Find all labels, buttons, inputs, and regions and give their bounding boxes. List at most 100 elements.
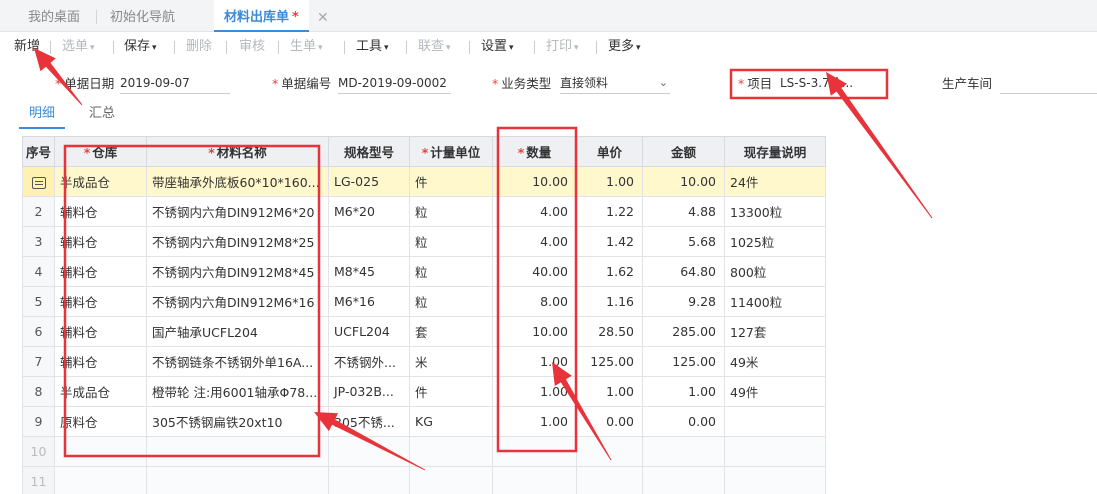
cell-spec[interactable]: LG-025: [328, 166, 410, 197]
cell-price[interactable]: 1.62: [576, 256, 643, 287]
tab-material-issue[interactable]: 材料出库单 *: [214, 0, 309, 32]
table-row[interactable]: 11: [22, 466, 826, 494]
generate-bill-button[interactable]: 生单 ▾: [290, 33, 323, 61]
table-row[interactable]: 4 辅料仓 不锈钢内六角DIN912M8*45 M8*45 粒 40.00 1.62 64.8…: [22, 256, 826, 287]
cell-material-name[interactable]: 不锈钢内六角DIN912M8*45: [146, 256, 329, 287]
cell-warehouse[interactable]: 原料仓: [54, 406, 147, 437]
cell-amount[interactable]: 0.00: [642, 406, 725, 437]
audit-button[interactable]: 审核: [239, 33, 265, 61]
cell-price[interactable]: [576, 466, 643, 494]
cell-amount[interactable]: 1.00: [642, 376, 725, 407]
cell-unit[interactable]: 粒: [409, 286, 493, 317]
cell-spec[interactable]: 不锈钢外...: [328, 346, 410, 377]
cell-unit[interactable]: [409, 466, 493, 494]
save-button[interactable]: 保存 ▾: [124, 33, 157, 61]
cell-spec[interactable]: [328, 436, 410, 467]
cell-spec[interactable]: M8*45: [328, 256, 410, 287]
cell-stock-note[interactable]: 13300粒: [724, 196, 826, 227]
table-row[interactable]: 2 辅料仓 不锈钢内六角DIN912M6*20 M6*20 粒 4.00 1.22 4.88 1…: [22, 196, 826, 227]
cell-stock-note[interactable]: 49米: [724, 346, 826, 377]
cell-unit[interactable]: 粒: [409, 196, 493, 227]
cell-spec[interactable]: M6*20: [328, 196, 410, 227]
cell-qty[interactable]: 1.00: [492, 346, 577, 377]
cell-amount[interactable]: 10.00: [642, 166, 725, 197]
cell-stock-note[interactable]: 24件: [724, 166, 826, 197]
cell-stock-note[interactable]: 11400粒: [724, 286, 826, 317]
cell-qty[interactable]: 40.00: [492, 256, 577, 287]
cell-qty[interactable]: 4.00: [492, 196, 577, 227]
cell-spec[interactable]: UCFL204: [328, 316, 410, 347]
cell-stock-note[interactable]: [724, 406, 826, 437]
cell-warehouse[interactable]: 辅料仓: [54, 196, 147, 227]
cell-price[interactable]: 125.00: [576, 346, 643, 377]
cell-qty[interactable]: [492, 436, 577, 467]
select-bill-button[interactable]: 选单 ▾: [62, 33, 95, 61]
cell-amount[interactable]: 125.00: [642, 346, 725, 377]
cell-unit[interactable]: [409, 436, 493, 467]
delete-button[interactable]: 删除: [186, 33, 212, 61]
cell-material-name[interactable]: 不锈钢链条不锈钢外单16A...: [146, 346, 329, 377]
cell-amount[interactable]: [642, 466, 725, 494]
cell-stock-note[interactable]: 49件: [724, 376, 826, 407]
cell-material-name[interactable]: 国产轴承UCFL204: [146, 316, 329, 347]
cell-material-name[interactable]: 不锈钢内六角DIN912M6*20: [146, 196, 329, 227]
col-header-amount[interactable]: 金额: [642, 136, 725, 167]
cell-amount[interactable]: 4.88: [642, 196, 725, 227]
cell-qty[interactable]: 8.00: [492, 286, 577, 317]
row-edit-icon[interactable]: [31, 176, 46, 189]
cell-stock-note[interactable]: 1025粒: [724, 226, 826, 257]
cell-spec[interactable]: 305不锈...: [328, 406, 410, 437]
table-row[interactable]: 9 原料仓 305不锈钢扁铁20xt10 305不锈... KG 1.00 0.00 0.00: [22, 406, 826, 437]
cell-material-name[interactable]: [146, 466, 329, 494]
col-header-warehouse[interactable]: * 仓库: [54, 136, 147, 167]
cell-price[interactable]: [576, 436, 643, 467]
col-header-price[interactable]: 单价: [576, 136, 643, 167]
cell-material-name[interactable]: 不锈钢内六角DIN912M8*25: [146, 226, 329, 257]
tab-my-desktop[interactable]: 我的桌面: [28, 0, 80, 32]
cell-warehouse[interactable]: 辅料仓: [54, 286, 147, 317]
table-row[interactable]: 半成品仓 带座轴承外底板60*10*160... LG-025 件 10.00 1.00 1…: [22, 166, 826, 197]
cell-price[interactable]: 1.22: [576, 196, 643, 227]
add-button[interactable]: 新增: [14, 33, 40, 61]
cell-qty[interactable]: 1.00: [492, 406, 577, 437]
cell-warehouse[interactable]: [54, 436, 147, 467]
table-row[interactable]: 3 辅料仓 不锈钢内六角DIN912M8*25 粒 4.00 1.42 5.68 1025粒: [22, 226, 826, 257]
cell-warehouse[interactable]: 辅料仓: [54, 316, 147, 347]
cell-unit[interactable]: 粒: [409, 226, 493, 257]
cell-price[interactable]: 1.00: [576, 376, 643, 407]
cell-price[interactable]: 1.16: [576, 286, 643, 317]
cell-material-name[interactable]: [146, 436, 329, 467]
cell-amount[interactable]: [642, 436, 725, 467]
tools-button[interactable]: 工具 ▾: [356, 33, 389, 61]
project-field[interactable]: LS-S-3.7冷...: [780, 72, 880, 94]
cell-warehouse[interactable]: 辅料仓: [54, 226, 147, 257]
cell-spec[interactable]: [328, 226, 410, 257]
settings-button[interactable]: 设置 ▾: [481, 33, 514, 61]
cell-unit[interactable]: 件: [409, 166, 493, 197]
cell-warehouse[interactable]: 辅料仓: [54, 256, 147, 287]
cell-spec[interactable]: JP-032B...: [328, 376, 410, 407]
cell-price[interactable]: 0.00: [576, 406, 643, 437]
cell-warehouse[interactable]: [54, 466, 147, 494]
cell-unit[interactable]: KG: [409, 406, 493, 437]
cell-qty[interactable]: 4.00: [492, 226, 577, 257]
cell-price[interactable]: 1.42: [576, 226, 643, 257]
tab-detail[interactable]: 明细: [19, 101, 66, 129]
print-button[interactable]: 打印 ▾: [546, 33, 579, 61]
cell-qty[interactable]: 10.00: [492, 316, 577, 347]
tab-summary[interactable]: 汇总: [89, 101, 115, 129]
cell-unit[interactable]: 粒: [409, 256, 493, 287]
cell-stock-note[interactable]: [724, 466, 826, 494]
date-field[interactable]: 2019-09-07: [120, 72, 230, 94]
cell-unit[interactable]: 件: [409, 376, 493, 407]
cell-stock-note[interactable]: [724, 436, 826, 467]
col-header-unit[interactable]: * 计量单位: [409, 136, 493, 167]
cell-warehouse[interactable]: 半成品仓: [54, 376, 147, 407]
cell-warehouse[interactable]: 辅料仓: [54, 346, 147, 377]
cell-unit[interactable]: 套: [409, 316, 493, 347]
tab-init-guide[interactable]: 初始化导航: [110, 0, 175, 32]
workshop-field[interactable]: [1000, 72, 1097, 94]
table-row[interactable]: 10: [22, 436, 826, 467]
cell-amount[interactable]: 285.00: [642, 316, 725, 347]
cell-material-name[interactable]: 橙带轮 注:用6001轴承Φ78...: [146, 376, 329, 407]
